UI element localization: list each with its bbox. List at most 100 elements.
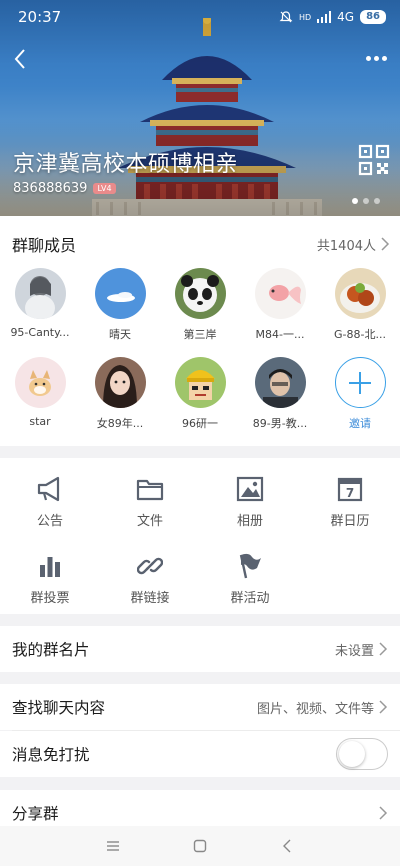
group-apps-section: 公告 文件 相册 7 群日历 群投票 群链接 群活动: [0, 458, 400, 614]
member-name: 女89年...: [96, 417, 144, 430]
member-item[interactable]: 女89年...: [80, 357, 160, 431]
level-badge: LV4: [93, 183, 116, 194]
members-count: 共1404人: [316, 238, 376, 254]
my-group-card-row[interactable]: 我的群名片 未设置: [0, 626, 400, 672]
member-avatar: [94, 268, 146, 319]
app-label: 文件: [136, 514, 163, 529]
invite-circle: [334, 357, 386, 408]
folder-icon: [135, 474, 165, 504]
app-announcement[interactable]: 公告: [0, 474, 100, 529]
search-chat-label: 查找聊天内容: [12, 699, 106, 717]
home-button[interactable]: [185, 831, 215, 861]
member-name: 89-男-教...: [252, 417, 308, 430]
chevron-right-icon: [379, 806, 388, 820]
carousel-dot: [352, 198, 358, 204]
member-avatar: [14, 268, 66, 319]
more-options-button[interactable]: [360, 46, 392, 70]
member-avatar: [174, 357, 226, 408]
vote-icon: [35, 551, 65, 581]
chevron-right-icon: [379, 700, 388, 714]
status-bar: 20:37 HD 4G 86: [0, 0, 400, 34]
app-calendar[interactable]: 7 群日历: [300, 474, 400, 529]
back-button[interactable]: [6, 44, 34, 74]
app-link[interactable]: 群链接: [100, 551, 200, 606]
member-item[interactable]: M84-一...: [240, 268, 320, 342]
member-name: 95-Canty...: [10, 326, 70, 339]
calendar-day: 7: [346, 486, 354, 500]
mute-row: 消息免打扰: [0, 731, 400, 777]
member-item[interactable]: 96研一: [160, 357, 240, 431]
chevron-left-icon: [14, 49, 25, 69]
member-avatar: [94, 357, 146, 408]
member-name: G-88-北...: [334, 328, 386, 341]
app-activity[interactable]: 群活动: [200, 551, 300, 606]
megaphone-icon: [35, 474, 65, 504]
member-item[interactable]: 89-男-教...: [240, 357, 320, 431]
carousel-dot: [374, 198, 380, 204]
mute-bell-icon: [279, 11, 293, 23]
chevron-right-icon: [381, 237, 390, 251]
signal-icon: [317, 11, 332, 23]
member-name: 第三岸: [183, 328, 217, 341]
menu-icon: [107, 841, 120, 851]
plus-icon: [349, 371, 371, 394]
group-apps-grid: 公告 文件 相册 7 群日历 群投票 群链接 群活动: [0, 474, 400, 606]
app-label: 公告: [36, 514, 63, 529]
app-vote[interactable]: 群投票: [0, 551, 100, 606]
member-item[interactable]: star: [0, 357, 80, 431]
system-nav-bar: [0, 826, 400, 866]
app-label: 群链接: [130, 591, 170, 606]
member-item[interactable]: 晴天: [80, 268, 160, 342]
system-back-button[interactable]: [272, 831, 302, 861]
member-avatar-grid: 95-Canty... 晴天 第三岸 M84-一... G-88-北... st…: [0, 268, 400, 431]
member-name: 96研一: [182, 417, 218, 430]
member-avatar: [254, 268, 306, 319]
search-chat-value: 图片、视频、文件等: [256, 701, 374, 717]
share-group-label: 分享群: [12, 805, 59, 823]
network-type: 4G: [337, 10, 355, 24]
member-avatar: [254, 357, 306, 408]
status-time: 20:37: [18, 8, 62, 26]
recent-apps-button[interactable]: [98, 831, 128, 861]
member-avatar: [174, 268, 226, 319]
hd-label: HD: [298, 12, 312, 22]
invite-member-button[interactable]: 邀请: [320, 357, 400, 431]
status-icons: HD 4G 86: [279, 10, 386, 24]
carousel-dot: [363, 198, 369, 204]
my-group-card-label: 我的群名片: [12, 641, 90, 659]
dot-icon: [373, 55, 379, 61]
app-label: 群日历: [330, 514, 370, 529]
app-album[interactable]: 相册: [200, 474, 300, 529]
member-name: M84-一...: [255, 328, 305, 341]
mute-toggle[interactable]: [336, 738, 388, 770]
group-name: 京津冀高校本硕博相亲: [13, 152, 239, 177]
group-id-row: 836888639 LV4: [13, 181, 116, 196]
calendar-icon: 7: [335, 474, 365, 504]
app-files[interactable]: 文件: [100, 474, 200, 529]
dot-icon: [381, 55, 387, 61]
chevron-right-icon: [379, 642, 388, 656]
dot-icon: [365, 55, 371, 61]
battery-icon: 86: [360, 10, 386, 24]
mute-label: 消息免打扰: [12, 746, 90, 764]
invite-label: 邀请: [349, 417, 371, 430]
qr-code-button[interactable]: [358, 144, 390, 176]
qr-code-icon: [358, 144, 390, 176]
members-header[interactable]: 群聊成员 共1404人: [12, 232, 390, 256]
members-section: 群聊成员 共1404人 95-Canty... 晴天 第三岸 M84-一... …: [0, 216, 400, 446]
flag-icon: [235, 551, 265, 581]
my-group-card-value: 未设置: [334, 643, 374, 659]
member-item[interactable]: 第三岸: [160, 268, 240, 342]
group-id: 836888639: [13, 181, 88, 196]
home-square-icon: [193, 839, 207, 853]
member-item[interactable]: G-88-北...: [320, 268, 400, 342]
members-title: 群聊成员: [12, 236, 77, 255]
app-label: 群活动: [230, 591, 270, 606]
app-label: 相册: [236, 514, 263, 529]
member-avatar: [334, 268, 386, 319]
search-chat-row[interactable]: 查找聊天内容 图片、视频、文件等: [0, 684, 400, 730]
toggle-knob: [339, 741, 365, 767]
chevron-left-icon: [282, 839, 291, 853]
member-avatar: [14, 357, 66, 408]
member-item[interactable]: 95-Canty...: [0, 268, 80, 342]
